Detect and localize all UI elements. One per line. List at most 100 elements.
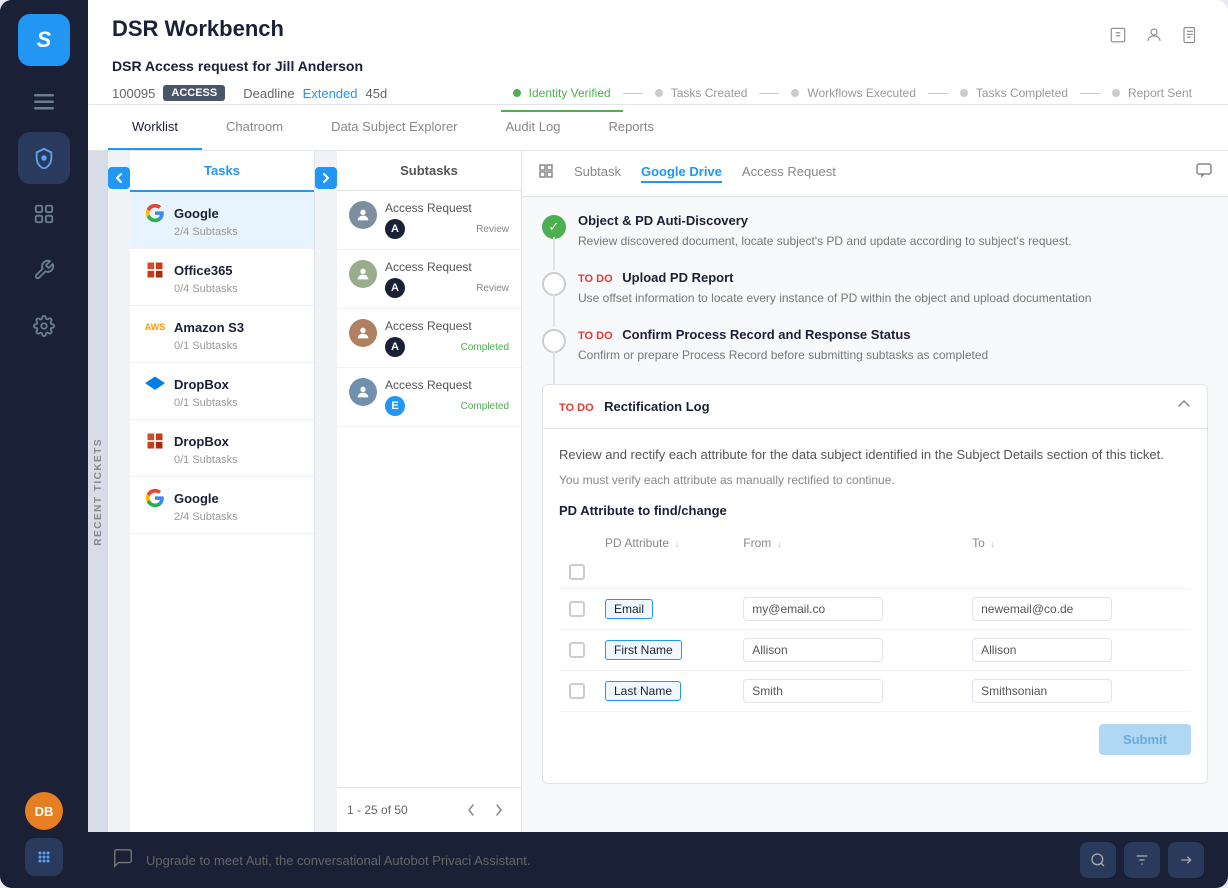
sort-arrow-pd: ↓ [674,539,679,550]
logo-area: S [0,0,88,80]
task-sub-google-1: 2/4 Subtasks [144,226,300,238]
task-step-3: TO DO Confirm Process Record and Respons… [542,327,1208,364]
hamburger-menu-button[interactable] [0,80,88,124]
th-pd-attribute: PD Attribute ↓ [595,530,733,556]
rectification-desc: Review and rectify each attribute for th… [559,445,1191,465]
task-name-office365: Office365 [174,263,233,278]
task-item-dropbox-2[interactable]: DropBox 0/1 Subtasks [130,420,314,477]
checkbox-header[interactable] [569,564,585,580]
subtask-item-4[interactable]: Access Request E Completed [337,368,521,427]
access-badge: ACCESS [163,85,225,101]
tab-data-subject-explorer[interactable]: Data Subject Explorer [307,105,481,150]
from-email-select[interactable]: my@email.co [743,597,883,621]
notebook-icon[interactable] [1176,21,1204,49]
pagination-next[interactable] [487,798,511,822]
sidebar: S DB [0,0,88,888]
subtask-tab-access-request[interactable]: Access Request [742,164,836,183]
step-desc-3: Confirm or prepare Process Record before… [578,346,1208,364]
content-wrapper: RECENT TICKETS Tasks [88,151,1228,832]
from-firstname-select[interactable]: Allison [743,638,883,662]
pagination-prev[interactable] [459,798,483,822]
expand-subtask-icon[interactable] [538,151,554,196]
panels-wrap: Tasks Google 2/4 Subtasks [130,151,1228,832]
recent-tickets-bar[interactable]: RECENT TICKETS [88,151,108,832]
step-title-3: TO DO Confirm Process Record and Respons… [578,327,1208,342]
task-item-google-1[interactable]: Google 2/4 Subtasks [130,192,314,249]
sidebar-item-settings[interactable] [18,300,70,352]
checkbox-lastname[interactable] [569,683,585,699]
header-top: DSR Workbench [112,16,1204,58]
collapse-rectification-icon[interactable] [1177,397,1191,416]
status-review-1: Review [476,224,509,235]
tab-chatroom[interactable]: Chatroom [202,105,307,150]
bottom-actions [1080,842,1204,878]
collapse-panel-button[interactable] [108,167,130,189]
rectification-title-text: Rectification Log [604,399,709,414]
progress-tab-completed[interactable]: Tasks Completed [948,82,1080,104]
search-bottom-button[interactable] [1080,842,1116,878]
subtask-tab-subtask[interactable]: Subtask [574,164,621,183]
task-sub-amazon: 0/1 Subtasks [144,340,300,352]
task-item-dropbox-1[interactable]: DropBox 0/1 Subtasks [130,363,314,420]
rectification-section: TO DO Rectification Log Review and recti… [542,384,1208,784]
dsr-request-title: DSR Access request for Jill Anderson [112,58,363,74]
sidebar-item-tools[interactable] [18,244,70,296]
subtask-info-2: Access Request A Review [385,260,509,298]
export-icon[interactable] [1104,21,1132,49]
pd-attribute-table: PD Attribute ↓ From ↓ [559,530,1191,712]
step-content-3: TO DO Confirm Process Record and Respons… [578,327,1208,364]
table-row-email: Email my@email.co [559,588,1191,629]
subtasks-collapse-button[interactable] [315,167,337,189]
to-lastname-select[interactable]: Smithsonian [972,679,1112,703]
user-icon[interactable] [1140,21,1168,49]
tab-worklist[interactable]: Worklist [108,105,202,150]
task-item-google-2[interactable]: Google 2/4 Subtasks [130,477,314,534]
filter-bottom-button[interactable] [1124,842,1160,878]
from-lastname-select[interactable]: Smith [743,679,883,703]
pagination-info: 1 - 25 of 50 [347,803,408,817]
step-content-2: TO DO Upload PD Report Use offset inform… [578,270,1208,307]
badge-e-4: E [385,396,405,416]
subtasks-panel: Subtasks Access Request A Review [337,151,522,832]
progress-tab-workflows[interactable]: Workflows Executed [779,82,928,104]
task-detail-content: ✓ Object & PD Auti-Discovery Review disc… [522,197,1228,832]
status-completed-4: Completed [461,401,509,412]
step-title-2: TO DO Upload PD Report [578,270,1208,285]
header: DSR Workbench DSR Access request for Jil… [88,0,1228,105]
task-item-office365[interactable]: Office365 0/4 Subtasks [130,249,314,306]
to-email-select[interactable]: newemail@co.de [972,597,1112,621]
task-step-2: TO DO Upload PD Report Use offset inform… [542,270,1208,307]
grid-dots-icon[interactable] [25,838,63,876]
dropbox-icon-1 [144,373,166,395]
sidebar-item-shield[interactable] [18,132,70,184]
badge-a-3: A [385,337,405,357]
subtask-item-2[interactable]: Access Request A Review [337,250,521,309]
dropbox-icon-2 [144,430,166,452]
subtask-tab-google-drive[interactable]: Google Drive [641,164,722,183]
subtask-item-3[interactable]: Access Request A Completed [337,309,521,368]
user-avatar[interactable]: DB [25,792,63,830]
subtask-avatar-3 [349,319,377,347]
progress-tab-identity[interactable]: Identity Verified [501,82,623,104]
page-title: DSR Workbench [112,16,284,42]
submit-button[interactable]: Submit [1099,724,1191,755]
progress-tab-report[interactable]: Report Sent [1100,82,1204,104]
progress-tab-tasks[interactable]: Tasks Created [643,82,760,104]
todo-tag-2: TO DO [578,273,613,285]
worklist-panel-header: Tasks [130,151,314,192]
subtask-avatar-1 [349,201,377,229]
comment-icon[interactable] [1196,151,1212,196]
arrow-bottom-button[interactable] [1168,842,1204,878]
amazon-icon: AWS [144,316,166,338]
checkbox-email[interactable] [569,601,585,617]
task-item-amazon[interactable]: AWS Amazon S3 0/1 Subtasks [130,306,314,363]
subtask-item-1[interactable]: Access Request A Review [337,191,521,250]
task-name-google-1: Google [174,206,219,221]
checkbox-firstname[interactable] [569,642,585,658]
to-firstname-select[interactable]: Allison [972,638,1112,662]
subtask-badge-4: E Completed [385,396,509,416]
google-icon-2 [144,487,166,509]
office365-icon [144,259,166,281]
task-sub-office365: 0/4 Subtasks [144,283,300,295]
sidebar-item-dashboard[interactable] [18,188,70,240]
